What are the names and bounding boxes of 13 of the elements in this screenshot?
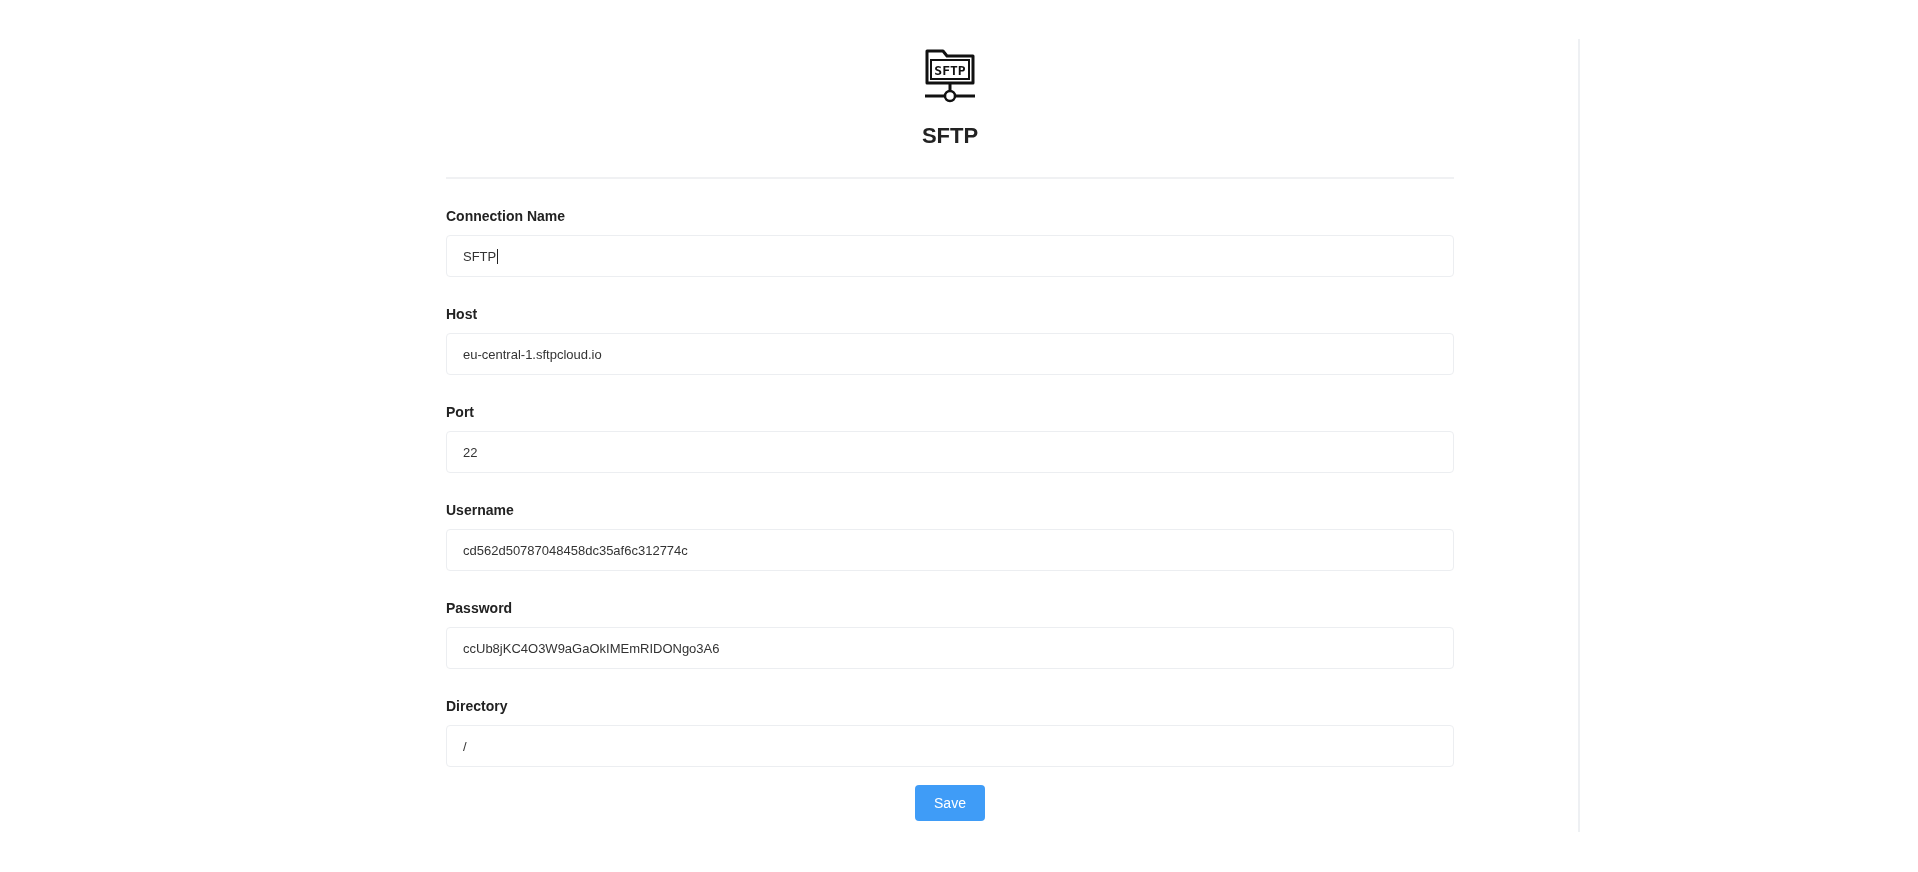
input-field[interactable]: SFTP [446,235,1454,277]
field-label: Username [446,502,514,518]
field-label: Connection Name [446,208,565,224]
input-field[interactable]: ccUb8jKC4O3W9aGaOkIMEmRIDONgo3A6 [446,627,1454,669]
page-title: SFTP [921,123,979,149]
input-field[interactable]: cd562d50787048458dc35af6c312774c [446,529,1454,571]
input-field[interactable]: 22 [446,431,1454,473]
field-label: Password [446,600,513,616]
field-label: Directory [446,698,508,714]
input-field[interactable]: / [446,725,1454,767]
input-field[interactable]: eu-central-1.sftpcloud.io [446,333,1454,375]
field-label: Port [446,404,474,420]
field-label: Host [446,306,478,322]
